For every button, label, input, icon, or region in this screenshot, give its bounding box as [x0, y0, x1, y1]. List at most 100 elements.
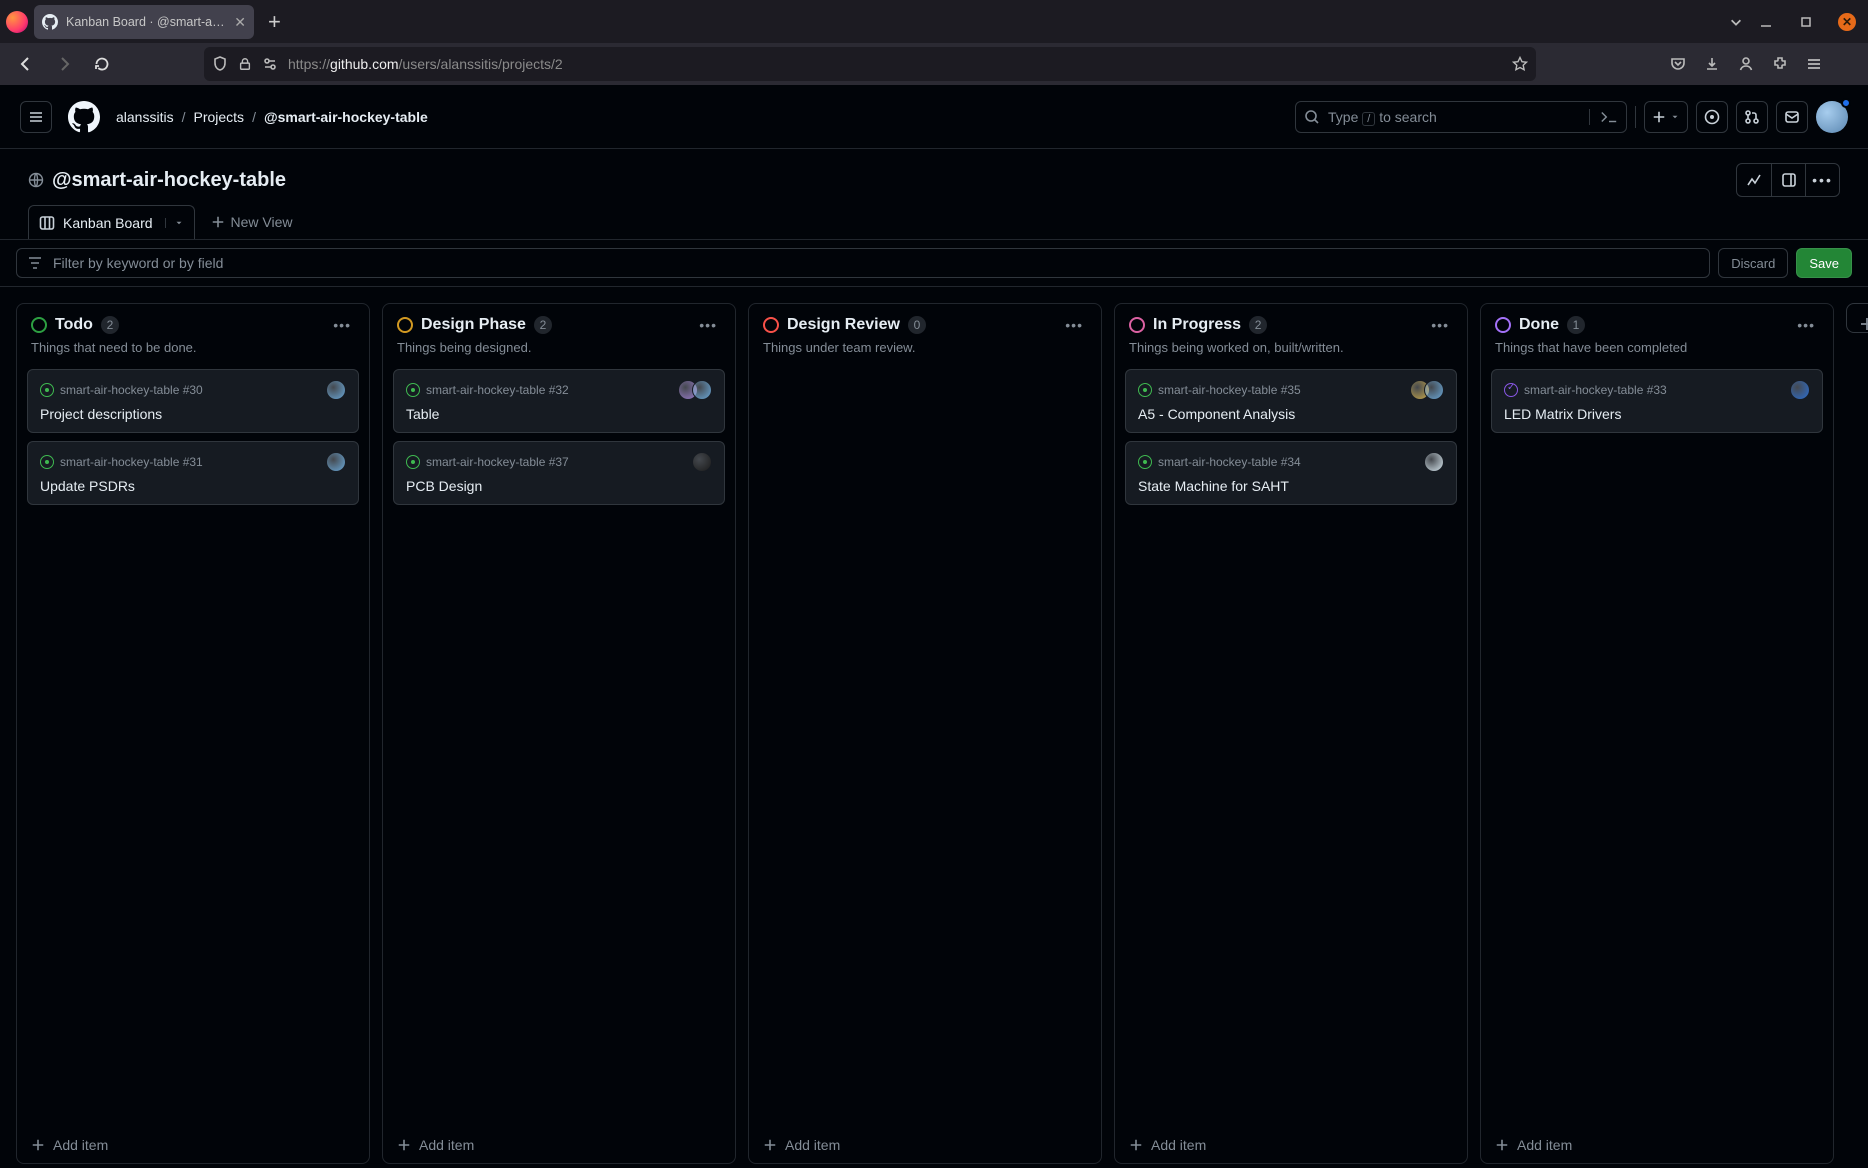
- column-menu-button[interactable]: •••: [1427, 317, 1453, 333]
- assignee-avatar[interactable]: [326, 452, 346, 472]
- filter-input[interactable]: [51, 254, 1699, 272]
- pull-requests-button[interactable]: [1736, 101, 1768, 133]
- column-menu-button[interactable]: •••: [1061, 317, 1087, 333]
- column-title[interactable]: Design Review: [787, 316, 900, 334]
- add-item-button[interactable]: Add item: [383, 1126, 735, 1163]
- extensions-button[interactable]: [1764, 48, 1796, 80]
- issue-open-icon: [406, 383, 420, 397]
- add-item-button[interactable]: Add item: [749, 1126, 1101, 1163]
- nav-back-button[interactable]: [10, 48, 42, 80]
- column-title[interactable]: Todo: [55, 316, 93, 334]
- column-description: Things being designed.: [397, 340, 721, 355]
- board-column-design-review: Design Review0•••Things under team revie…: [748, 303, 1102, 1164]
- view-tab-menu[interactable]: [165, 218, 184, 228]
- tab-close-icon[interactable]: ✕: [234, 15, 246, 29]
- card-issue-ref[interactable]: smart-air-hockey-table #30: [60, 383, 203, 397]
- status-circle-icon: [763, 317, 779, 333]
- project-menu-button[interactable]: •••: [1805, 164, 1839, 196]
- create-new-dropdown[interactable]: [1644, 101, 1688, 133]
- breadcrumb-owner[interactable]: alanssitis: [116, 109, 174, 125]
- card-title[interactable]: A5 - Component Analysis: [1138, 406, 1444, 422]
- downloads-button[interactable]: [1696, 48, 1728, 80]
- card-issue-ref[interactable]: smart-air-hockey-table #31: [60, 455, 203, 469]
- discard-button[interactable]: Discard: [1718, 248, 1788, 278]
- global-nav-menu-button[interactable]: [20, 101, 52, 133]
- filter-input-wrapper[interactable]: [16, 248, 1710, 278]
- window-minimize-button[interactable]: [1758, 14, 1774, 30]
- add-column-button[interactable]: [1846, 303, 1868, 333]
- card-assignees[interactable]: [692, 452, 712, 472]
- board-card[interactable]: smart-air-hockey-table #31 Update PSDRs: [27, 441, 359, 505]
- window-close-button[interactable]: ✕: [1838, 13, 1856, 31]
- insights-button[interactable]: [1737, 164, 1771, 196]
- board-card[interactable]: smart-air-hockey-table #37 PCB Design: [393, 441, 725, 505]
- breadcrumb-current[interactable]: @smart-air-hockey-table: [264, 109, 428, 125]
- board-card[interactable]: smart-air-hockey-table #32 Table: [393, 369, 725, 433]
- github-logo-icon[interactable]: [68, 101, 100, 133]
- add-item-button[interactable]: Add item: [1115, 1126, 1467, 1163]
- assignee-avatar[interactable]: [326, 380, 346, 400]
- column-menu-button[interactable]: •••: [329, 317, 355, 333]
- view-tab-kanban[interactable]: Kanban Board: [28, 205, 195, 239]
- issues-button[interactable]: [1696, 101, 1728, 133]
- column-title[interactable]: In Progress: [1153, 316, 1241, 334]
- board-card[interactable]: smart-air-hockey-table #35 A5 - Component…: [1125, 369, 1457, 433]
- assignee-avatar[interactable]: [1424, 452, 1444, 472]
- card-issue-ref[interactable]: smart-air-hockey-table #35: [1158, 383, 1301, 397]
- add-item-button[interactable]: Add item: [1481, 1126, 1833, 1163]
- card-issue-ref[interactable]: smart-air-hockey-table #37: [426, 455, 569, 469]
- card-issue-ref[interactable]: smart-air-hockey-table #33: [1524, 383, 1667, 397]
- card-title[interactable]: LED Matrix Drivers: [1504, 406, 1810, 422]
- window-maximize-button[interactable]: [1798, 14, 1814, 30]
- column-menu-button[interactable]: •••: [695, 317, 721, 333]
- card-assignees[interactable]: [1424, 452, 1444, 472]
- assignee-avatar[interactable]: [1424, 380, 1444, 400]
- card-title[interactable]: Table: [406, 406, 712, 422]
- firefox-logo-icon: [6, 11, 28, 33]
- bookmark-star-icon[interactable]: [1512, 56, 1528, 72]
- card-assignees[interactable]: [326, 452, 346, 472]
- board-card[interactable]: smart-air-hockey-table #34 State Machine …: [1125, 441, 1457, 505]
- notifications-button[interactable]: [1776, 101, 1808, 133]
- new-view-button[interactable]: New View: [199, 205, 305, 239]
- column-count-badge: 2: [534, 316, 552, 334]
- project-title[interactable]: @smart-air-hockey-table: [28, 169, 286, 192]
- assignee-avatar[interactable]: [692, 452, 712, 472]
- assignee-avatar[interactable]: [692, 380, 712, 400]
- card-assignees[interactable]: [1410, 380, 1444, 400]
- card-assignees[interactable]: [1790, 380, 1810, 400]
- browser-tab-active[interactable]: Kanban Board · @smart-air… ✕: [34, 5, 254, 39]
- save-to-pocket-button[interactable]: [1662, 48, 1694, 80]
- column-title[interactable]: Design Phase: [421, 316, 526, 334]
- breadcrumb-projects[interactable]: Projects: [193, 109, 244, 125]
- nav-reload-button[interactable]: [86, 48, 118, 80]
- card-title[interactable]: Project descriptions: [40, 406, 346, 422]
- column-menu-button[interactable]: •••: [1793, 317, 1819, 333]
- global-search[interactable]: Type / to search: [1295, 101, 1627, 133]
- app-menu-button[interactable]: [1798, 48, 1830, 80]
- status-circle-icon: [1495, 317, 1511, 333]
- board-card[interactable]: smart-air-hockey-table #30 Project descri…: [27, 369, 359, 433]
- column-title[interactable]: Done: [1519, 316, 1559, 334]
- card-issue-ref[interactable]: smart-air-hockey-table #32: [426, 383, 569, 397]
- card-assignees[interactable]: [326, 380, 346, 400]
- board-card[interactable]: smart-air-hockey-table #33 LED Matrix Dri…: [1491, 369, 1823, 433]
- list-all-tabs-button[interactable]: [1720, 6, 1752, 38]
- card-title[interactable]: Update PSDRs: [40, 478, 346, 494]
- save-button[interactable]: Save: [1796, 248, 1852, 278]
- card-issue-ref[interactable]: smart-air-hockey-table #34: [1158, 455, 1301, 469]
- assignee-avatar[interactable]: [1790, 380, 1810, 400]
- project-details-button[interactable]: [1771, 164, 1805, 196]
- url-bar[interactable]: https://github.com/users/alanssitis/proj…: [204, 47, 1536, 81]
- command-palette-icon[interactable]: [1589, 109, 1618, 125]
- filter-icon: [27, 255, 43, 271]
- plus-icon: [397, 1138, 411, 1152]
- card-title[interactable]: State Machine for SAHT: [1138, 478, 1444, 494]
- add-item-button[interactable]: Add item: [17, 1126, 369, 1163]
- new-tab-button[interactable]: +: [260, 9, 289, 35]
- account-button[interactable]: [1730, 48, 1762, 80]
- user-avatar[interactable]: [1816, 101, 1848, 133]
- nav-forward-button[interactable]: [48, 48, 80, 80]
- card-assignees[interactable]: [678, 380, 712, 400]
- card-title[interactable]: PCB Design: [406, 478, 712, 494]
